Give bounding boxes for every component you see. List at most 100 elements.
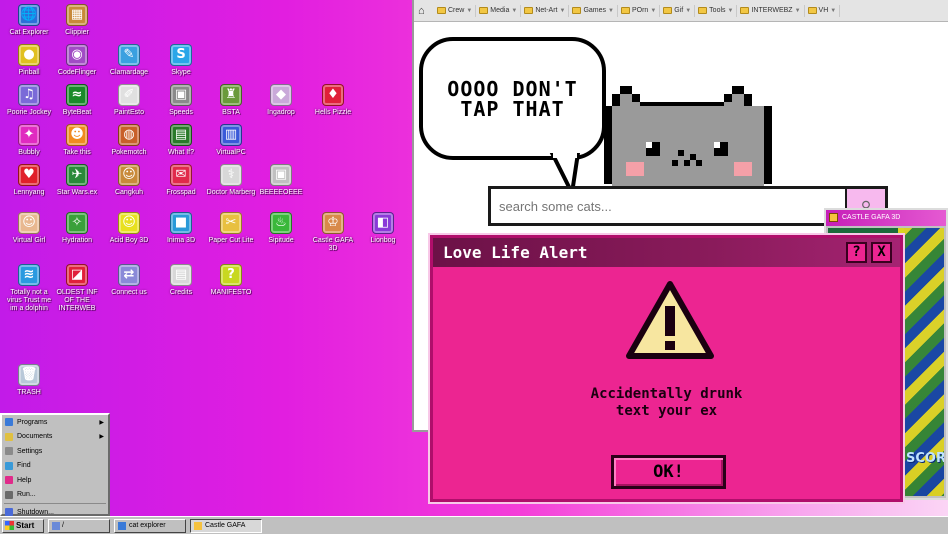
desktop-icon[interactable]: ♫ Poorie Jockey <box>4 84 54 117</box>
taskbar-task[interactable]: cat explorer <box>114 518 186 533</box>
task-icon <box>118 521 126 530</box>
desktop-icon-label: Star Wars.ex <box>56 189 98 196</box>
app-icon: ▣ <box>170 84 192 106</box>
bookmark-folder[interactable]: Games ▼ <box>569 4 618 17</box>
app-icon: ◧ <box>372 212 394 234</box>
start-menu: Programs ▶ Documents ▶ Settings Find Help Run..… <box>0 413 110 517</box>
ok-button[interactable]: OK! <box>611 455 726 489</box>
bookmark-folder[interactable]: VH ▼ <box>805 4 841 17</box>
desktop-icon[interactable]: ♨ Sipitude <box>256 212 306 245</box>
start-menu-item[interactable]: Documents ▶ <box>2 430 108 445</box>
desktop-icon[interactable]: ▤ Credits <box>156 264 206 297</box>
desktop-icon[interactable]: ◧ Lionbog <box>358 212 408 245</box>
submenu-arrow-icon: ▶ <box>99 419 104 426</box>
desktop-icon[interactable]: ✈ Star Wars.ex <box>52 164 102 197</box>
desktop-icon[interactable]: ◍ Pokemotch <box>104 124 154 157</box>
desktop-icon[interactable]: 🗑 TRASH <box>4 364 54 397</box>
desktop-icon[interactable]: ☺ Cangkuh <box>104 164 154 197</box>
desktop-icon-label: ByteBeat <box>62 109 92 116</box>
chevron-down-icon: ▼ <box>650 7 657 14</box>
desktop-icon[interactable]: ⚕ Doctor Marberg <box>206 164 256 197</box>
app-icon: ▥ <box>220 124 242 146</box>
desktop-icon[interactable]: ✂ Paper Cut Lite <box>206 212 256 245</box>
start-menu-item[interactable]: Help <box>2 473 108 488</box>
bookmark-folder[interactable]: Media ▼ <box>476 4 522 17</box>
bookmark-label: Media <box>490 7 510 14</box>
desktop-icon[interactable]: ▥ VirtualPC <box>206 124 256 157</box>
app-icon: ♦ <box>322 84 344 106</box>
bookmark-folder[interactable]: Crew ▼ <box>434 4 477 17</box>
app-icon: ▦ <box>66 4 88 26</box>
app-icon: ≋ <box>18 264 40 286</box>
start-menu-item[interactable]: Settings <box>2 444 108 459</box>
desktop-icon-label: Take this <box>63 149 91 156</box>
start-button[interactable]: Start <box>2 518 44 533</box>
desktop-icon[interactable]: ≈ ByteBeat <box>52 84 102 117</box>
desktop-icon[interactable]: ▦ Clippier <box>52 4 102 37</box>
desktop-icon[interactable]: ☺ Virtual Girl <box>4 212 54 245</box>
taskbar-task[interactable]: Castle GAFA <box>190 518 262 533</box>
desktop-icon[interactable]: ■ Inima 3D <box>156 212 206 245</box>
app-icon: S <box>170 44 192 66</box>
desktop-icon[interactable]: ♥ Lennyang <box>4 164 54 197</box>
castle-title-bar[interactable]: CASTLE GAFA 3D <box>826 210 946 226</box>
app-icon: 🗑 <box>18 364 40 386</box>
desktop-icon-label: Clippier <box>65 29 89 36</box>
app-icon: ♥ <box>18 164 40 186</box>
app-icon: ☻ <box>66 124 88 146</box>
desktop-icon[interactable]: ▣ Speeds <box>156 84 206 117</box>
desktop-icon[interactable]: 🌐 Cat Explorer <box>4 4 54 37</box>
desktop-icon[interactable]: ◪ OLDEST INF OF THE INTERWEB <box>52 264 102 313</box>
desktop-icon[interactable]: ☺ Acid Boy 3D <box>104 212 154 245</box>
app-icon: ◆ <box>270 84 292 106</box>
desktop-icon-label: Lennyang <box>13 189 45 196</box>
app-icon: ☺ <box>118 212 140 234</box>
start-menu-item[interactable]: Programs ▶ <box>2 415 108 430</box>
desktop-icon[interactable]: ✎ Clamardage <box>104 44 154 77</box>
desktop-icon[interactable]: ▤ What If? <box>156 124 206 157</box>
start-menu-item[interactable]: Find <box>2 459 108 474</box>
desktop-icon[interactable]: ◆ Ingadrop <box>256 84 306 117</box>
desktop-icon-label: TRASH <box>17 389 41 396</box>
pixel-cat-image <box>604 86 772 186</box>
desktop-icon-label: Castle GAFA 3D <box>312 237 354 252</box>
desktop-icon[interactable]: ◉ CodeFlinger <box>52 44 102 77</box>
desktop-icon-label: Totally not a virus Trust me im a dolphi… <box>7 289 51 312</box>
desktop-icon[interactable]: ⇄ Connect us <box>104 264 154 297</box>
bookmark-folder[interactable]: POrn ▼ <box>618 4 661 17</box>
desktop-icon[interactable]: ♦ Hells Pizzle <box>308 84 358 117</box>
desktop-icon[interactable]: ? MANIFESTO <box>206 264 256 297</box>
alert-title-bar[interactable]: Love Life Alert <box>433 238 900 267</box>
bookmark-folder[interactable]: Tools ▼ <box>695 4 738 17</box>
desktop-icon[interactable]: ☻ Take this <box>52 124 102 157</box>
desktop-icon-label: PaintEsto <box>114 109 144 116</box>
task-icon <box>194 521 202 530</box>
desktop-icon[interactable]: ● Pinball <box>4 44 54 77</box>
chevron-down-icon: ▼ <box>830 7 837 14</box>
desktop-icon[interactable]: ✐ PaintEsto <box>104 84 154 117</box>
desktop-icon-label: VirtualPC <box>216 149 246 156</box>
bookmark-folder[interactable]: INTERWEBZ ▼ <box>737 4 805 17</box>
desktop-icon[interactable]: ✧ Hydration <box>52 212 102 245</box>
close-button[interactable]: X <box>871 242 892 263</box>
start-menu-item[interactable]: Run... <box>2 488 108 503</box>
desktop-icon[interactable]: ✦ Bubbly <box>4 124 54 157</box>
desktop-icon[interactable]: ≋ Totally not a virus Trust me im a dolph… <box>4 264 54 313</box>
desktop-icon[interactable]: ▣ BEEEEOEEE <box>256 164 306 197</box>
desktop-icon[interactable]: ✉ Frosspad <box>156 164 206 197</box>
bookmark-folder[interactable]: Gif ▼ <box>660 4 696 17</box>
folder-icon <box>740 7 750 14</box>
taskbar: Start / cat explorer Castle GAFA <box>0 516 948 534</box>
quicklaunch-button[interactable]: / <box>48 518 110 533</box>
help-button[interactable]: ? <box>846 242 867 263</box>
desktop-icon[interactable]: ♔ Castle GAFA 3D <box>308 212 358 253</box>
alert-message: Accidentally drunk text your ex <box>590 386 743 419</box>
desktop-icon-label: What If? <box>167 149 195 156</box>
bookmark-folder[interactable]: Net-Art ▼ <box>521 4 570 17</box>
love-life-alert-dialog: Love Life Alert ? X Accidentally drunk t… <box>430 235 903 502</box>
home-icon[interactable]: ⌂ <box>418 5 430 17</box>
desktop-icon[interactable]: ♜ BSTA <box>206 84 256 117</box>
bookmark-label: Gif <box>674 7 684 14</box>
app-icon: ♜ <box>220 84 242 106</box>
desktop-icon[interactable]: S Skype <box>156 44 206 77</box>
